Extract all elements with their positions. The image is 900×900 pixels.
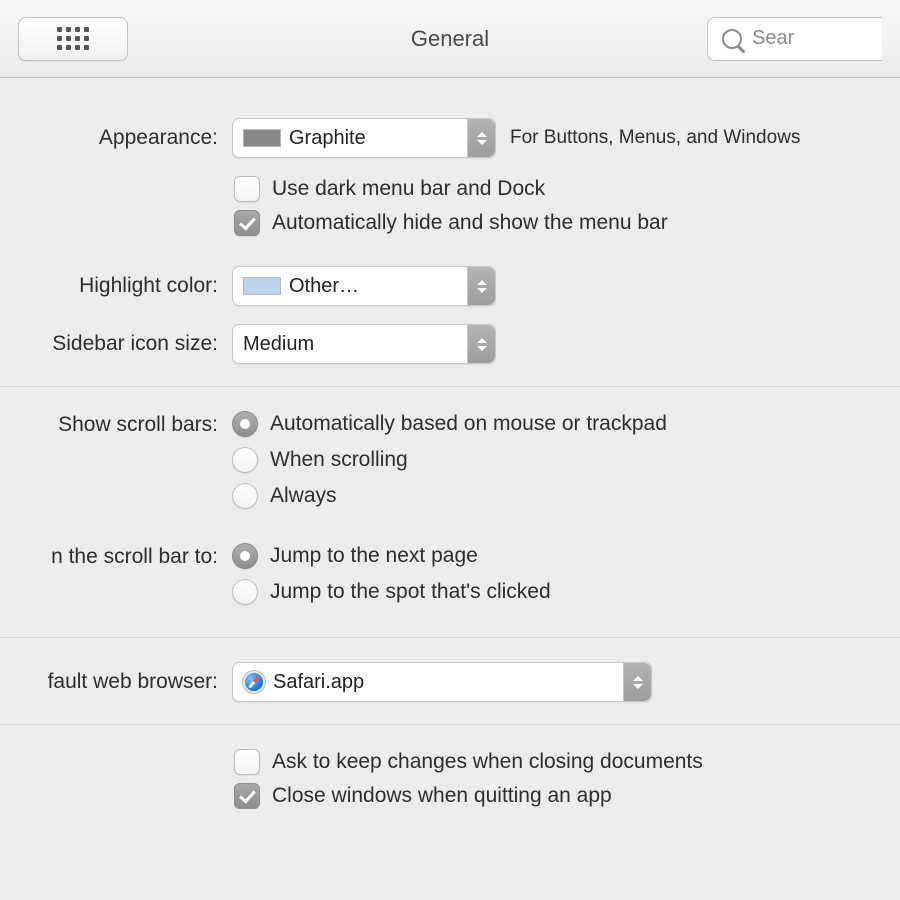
highlight-label: Highlight color: [0,274,232,298]
jump-spot-radio[interactable] [232,579,258,605]
search-placeholder: Sear [752,27,794,50]
dark-menu-label: Use dark menu bar and Dock [272,177,545,201]
close-windows-label: Close windows when quitting an app [272,784,612,808]
highlight-popup[interactable]: Other… [232,266,496,306]
graphite-swatch-icon [243,129,281,147]
appearance-popup[interactable]: Graphite [232,118,496,158]
scrollbars-scrolling-radio[interactable] [232,447,258,473]
dark-menu-checkbox[interactable] [234,176,260,202]
separator [0,637,900,638]
browser-label: fault web browser: [0,670,232,694]
stepper-icon [623,663,651,701]
scrollbars-always-label: Always [270,484,337,508]
appearance-hint: For Buttons, Menus, and Windows [510,127,800,149]
scrollbars-auto-radio[interactable] [232,411,258,437]
stepper-icon [467,325,495,363]
close-windows-checkbox[interactable] [234,783,260,809]
sidebar-size-label: Sidebar icon size: [0,332,232,356]
auto-hide-label: Automatically hide and show the menu bar [272,211,668,235]
jump-next-radio[interactable] [232,543,258,569]
ask-keep-label: Ask to keep changes when closing documen… [272,750,703,774]
safari-icon [243,671,265,693]
sidebar-size-popup[interactable]: Medium [232,324,496,364]
separator [0,724,900,725]
search-field[interactable]: Sear [707,17,882,61]
scrollbars-auto-label: Automatically based on mouse or trackpad [270,412,667,436]
click-scrollbar-label: n the scroll bar to: [0,543,232,569]
jump-next-label: Jump to the next page [270,544,478,568]
stepper-icon [467,119,495,157]
preferences-form: Appearance: Graphite For Buttons, Menus,… [0,78,900,809]
browser-popup[interactable]: Safari.app [232,662,652,702]
appearance-value: Graphite [289,127,366,150]
scrollbars-always-radio[interactable] [232,483,258,509]
show-all-button[interactable] [18,17,128,61]
grid-icon [57,27,89,50]
highlight-value: Other… [289,275,359,298]
search-icon [722,29,742,49]
auto-hide-checkbox[interactable] [234,210,260,236]
appearance-label: Appearance: [0,126,232,150]
separator [0,386,900,387]
browser-value: Safari.app [273,671,364,694]
ask-keep-checkbox[interactable] [234,749,260,775]
sidebar-size-value: Medium [243,333,314,356]
scrollbars-scrolling-label: When scrolling [270,448,408,472]
highlight-swatch-icon [243,277,281,295]
scrollbars-label: Show scroll bars: [0,411,232,437]
toolbar: General Sear [0,0,900,78]
stepper-icon [467,267,495,305]
jump-spot-label: Jump to the spot that's clicked [270,580,551,604]
